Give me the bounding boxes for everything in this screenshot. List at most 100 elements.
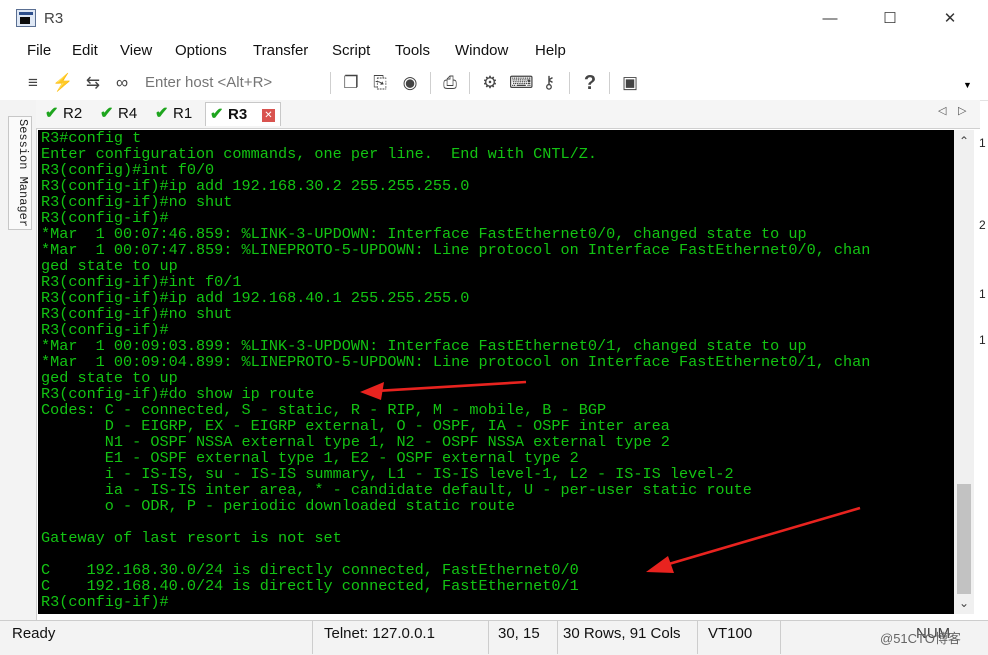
scroll-down-icon[interactable]: ⌄ xyxy=(954,596,974,610)
menu-tools[interactable]: Tools xyxy=(395,42,430,59)
connected-check-icon: ✔ xyxy=(45,105,59,122)
terminal-line: R3(config-if)#do show ip route xyxy=(41,385,315,403)
find-icon[interactable]: ◉ xyxy=(399,72,421,94)
terminal-line: Enter configuration commands, one per li… xyxy=(41,145,597,163)
terminal-line: D - EIGRP, EX - EIGRP external, O - OSPF… xyxy=(41,417,670,435)
status-separator xyxy=(697,620,698,654)
print-icon[interactable]: ⎙ xyxy=(439,72,461,94)
securecrt-app-icon[interactable] xyxy=(16,9,36,27)
connected-check-icon: ✔ xyxy=(100,105,114,122)
tab-scroll-left-icon[interactable]: ◁ xyxy=(938,104,946,117)
terminal-line: R3(config-if)#ip add 192.168.30.2 255.25… xyxy=(41,177,470,195)
menu-help[interactable]: Help xyxy=(535,42,566,59)
window-title: R3 xyxy=(44,10,64,27)
terminal-line: o - ODR, P - periodic downloaded static … xyxy=(41,497,515,515)
terminal-line: R3(config-if)# xyxy=(41,321,169,339)
quick-connect-icon[interactable]: ⚡ xyxy=(52,72,74,94)
copy-icon[interactable]: ❐ xyxy=(340,72,362,94)
terminal-line: Gateway of last resort is not set xyxy=(41,529,342,547)
toolbar-separator xyxy=(430,72,431,94)
menu-transfer[interactable]: Transfer xyxy=(253,42,308,59)
terminal-line: N1 - OSPF NSSA external type 1, N2 - OSP… xyxy=(41,433,670,451)
screenshot-icon[interactable]: ▣ xyxy=(619,72,641,94)
terminal-line: R3(config-if)#ip add 192.168.40.1 255.25… xyxy=(41,289,470,307)
terminal-line: *Mar 1 00:09:04.899: %LINEPROTO-5-UPDOWN… xyxy=(41,353,871,371)
tab-r2[interactable]: ✔ R2 xyxy=(41,102,89,126)
background-window-fragment: 1 xyxy=(979,136,986,150)
menu-view[interactable]: View xyxy=(120,42,152,59)
toolbar-separator xyxy=(569,72,570,94)
terminal-line: R3(config-if)#int f0/1 xyxy=(41,273,242,291)
status-separator xyxy=(780,620,781,654)
maximize-icon[interactable]: ☐ xyxy=(870,6,910,32)
scroll-up-icon[interactable]: ⌃ xyxy=(954,134,974,148)
help-icon[interactable]: ? xyxy=(579,72,601,94)
connected-check-icon: ✔ xyxy=(155,105,169,122)
terminal-line: i - IS-IS, su - IS-IS summary, L1 - IS-I… xyxy=(41,465,734,483)
terminal-line: Codes: C - connected, S - static, R - RI… xyxy=(41,401,607,419)
enter-host-input[interactable] xyxy=(141,71,333,93)
terminal-screen[interactable]: R3#config t Enter configuration commands,… xyxy=(38,130,954,614)
tab-label: R2 xyxy=(63,105,83,122)
menu-edit[interactable]: Edit xyxy=(72,42,98,59)
menu-window[interactable]: Window xyxy=(455,42,508,59)
terminal-line: R3(config-if)#no shut xyxy=(41,305,233,323)
terminal-line: ged state to up xyxy=(41,257,178,275)
status-bar xyxy=(0,620,988,655)
toolbar-separator xyxy=(609,72,610,94)
status-cursor-position: 30, 15 xyxy=(498,625,540,642)
status-terminal-size: 30 Rows, 91 Cols xyxy=(563,625,681,642)
session-manager-tab[interactable]: Session Manager xyxy=(8,116,32,231)
terminal-line: ged state to up xyxy=(41,369,178,387)
keymap-icon[interactable]: ⌨ xyxy=(509,72,534,94)
terminal-line: C 192.168.30.0/24 is directly connected,… xyxy=(41,561,579,579)
settings-gear-icon[interactable]: ⚙ xyxy=(479,72,501,94)
connected-check-icon: ✔ xyxy=(210,106,224,123)
disconnect-icon[interactable]: ∞ xyxy=(111,72,133,94)
status-connection: Telnet: 127.0.0.1 xyxy=(324,625,435,642)
terminal-line: *Mar 1 00:07:46.859: %LINK-3-UPDOWN: Int… xyxy=(41,225,807,243)
tab-r1[interactable]: ✔ R1 xyxy=(151,102,199,126)
terminal-line: E1 - OSPF external type 1, E2 - OSPF ext… xyxy=(41,449,579,467)
tab-scroll-right-icon[interactable]: ▷ xyxy=(958,104,966,117)
toolbar-separator xyxy=(330,72,331,94)
status-emulation: VT100 xyxy=(708,625,753,642)
tab-label: R4 xyxy=(118,105,138,122)
terminal-line: *Mar 1 00:07:47.859: %LINEPROTO-5-UPDOWN… xyxy=(41,241,871,259)
tab-r4[interactable]: ✔ R4 xyxy=(96,102,144,126)
toolbar-overflow-icon[interactable]: ▼ xyxy=(963,80,972,90)
terminal-output: R3#config t Enter configuration commands,… xyxy=(38,130,954,610)
minimize-icon[interactable]: — xyxy=(810,6,850,32)
toolbar-separator xyxy=(469,72,470,94)
terminal-line: R3(config-if)# xyxy=(41,593,169,611)
background-window-fragment: 1 xyxy=(979,333,986,347)
terminal-line: C 192.168.40.0/24 is directly connected,… xyxy=(41,577,579,595)
terminal-line: ia - IS-IS inter area, * - candidate def… xyxy=(41,481,752,499)
status-separator xyxy=(488,620,489,654)
connect-icon[interactable]: ≡ xyxy=(22,72,44,94)
watermark: @51CTO博客 xyxy=(880,631,961,646)
close-icon[interactable]: ✕ xyxy=(930,6,970,32)
terminal-line: R3(config)#int f0/0 xyxy=(41,161,215,179)
background-window-fragment: 2 xyxy=(979,218,986,232)
menu-options[interactable]: Options xyxy=(175,42,227,59)
tab-close-icon[interactable]: ✕ xyxy=(262,109,275,122)
status-separator xyxy=(312,620,313,654)
menu-file[interactable]: File xyxy=(27,42,51,59)
status-ready: Ready xyxy=(12,625,56,642)
terminal-line: *Mar 1 00:09:03.899: %LINK-3-UPDOWN: Int… xyxy=(41,337,807,355)
terminal-line: R3(config-if)#no shut xyxy=(41,193,233,211)
tab-label: R1 xyxy=(173,105,193,122)
status-separator xyxy=(557,620,558,654)
terminal-line: R3(config-if)# xyxy=(41,209,169,227)
background-window-fragment: 1 xyxy=(979,287,986,301)
reconnect-icon[interactable]: ⇆ xyxy=(82,72,104,94)
key-agent-icon[interactable]: ⚷ xyxy=(538,72,560,94)
scrollbar-thumb[interactable] xyxy=(957,484,971,594)
tab-label: R3 xyxy=(228,106,248,123)
paste-icon[interactable]: ⎘ xyxy=(369,72,391,94)
menu-script[interactable]: Script xyxy=(332,42,370,59)
terminal-line: R3#config t xyxy=(41,130,142,147)
